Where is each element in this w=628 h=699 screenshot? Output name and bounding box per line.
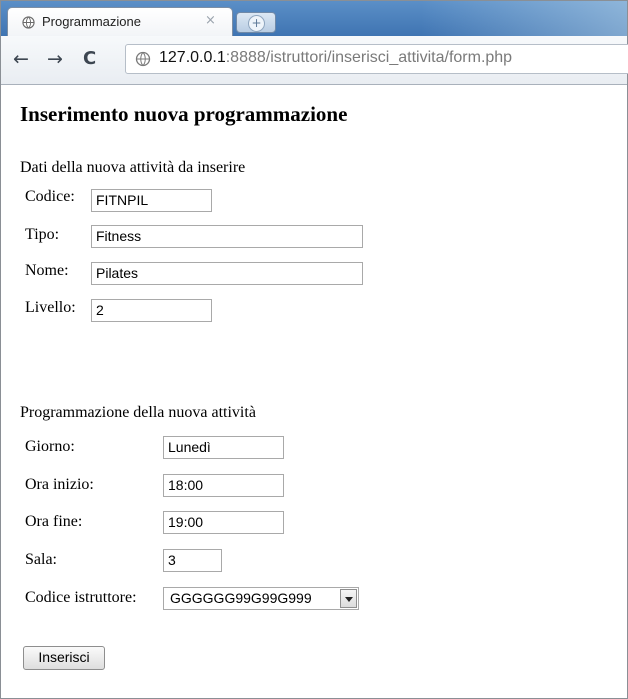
browser-toolbar: ← → C 127.0.0.1:8888/istruttori/inserisc…: [1, 36, 628, 85]
schedule-section-title: Programmazione della nuova attività: [20, 404, 256, 421]
level-label: Livello:: [25, 299, 76, 316]
tab-close-icon[interactable]: ×: [205, 13, 216, 28]
back-button[interactable]: ←: [13, 49, 29, 69]
address-bar[interactable]: 127.0.0.1:8888/istruttori/inserisci_atti…: [125, 44, 628, 74]
new-tab-button[interactable]: +: [236, 12, 276, 33]
forward-button[interactable]: →: [47, 49, 63, 69]
plus-icon: +: [248, 15, 265, 32]
browser-tab[interactable]: Programmazione ×: [7, 7, 233, 36]
page-title: Inserimento nuova programmazione: [20, 102, 348, 126]
submit-button[interactable]: Inserisci: [23, 646, 105, 670]
instructor-selected-value: GGGGGG99G99G999: [170, 590, 312, 606]
room-label: Sala:: [25, 551, 57, 568]
activity-section-title: Dati della nuova attività da inserire: [20, 159, 246, 176]
url-host: 127.0.0.1: [159, 49, 226, 66]
level-input[interactable]: 2: [91, 299, 212, 322]
name-label: Nome:: [25, 262, 69, 279]
code-input[interactable]: FITNPIL: [91, 189, 212, 212]
code-label: Codice:: [25, 188, 75, 205]
day-label: Giorno:: [25, 438, 75, 455]
start-time-label: Ora inizio:: [25, 476, 94, 493]
page-info-icon: [135, 51, 151, 67]
end-time-input[interactable]: 19:00: [163, 511, 284, 534]
reload-button[interactable]: C: [83, 49, 96, 69]
name-input[interactable]: Pilates: [91, 262, 363, 285]
tab-title: Programmazione: [42, 14, 141, 29]
url-path: :8888/istruttori/inserisci_attivita/form…: [225, 49, 513, 66]
page-content: Inserimento nuova programmazione Dati de…: [1, 85, 627, 698]
url-text: 127.0.0.1:8888/istruttori/inserisci_atti…: [159, 49, 512, 67]
instructor-select[interactable]: GGGGGG99G99G999: [163, 587, 359, 610]
globe-icon: [22, 16, 35, 29]
room-input[interactable]: 3: [163, 549, 222, 572]
type-input[interactable]: Fitness: [91, 225, 363, 248]
chevron-down-icon[interactable]: [340, 589, 357, 608]
tab-strip: Programmazione × +: [1, 1, 627, 36]
instructor-label: Codice istruttore:: [25, 589, 137, 606]
end-time-label: Ora fine:: [25, 513, 83, 530]
type-label: Tipo:: [25, 226, 60, 243]
start-time-input[interactable]: 18:00: [163, 474, 284, 497]
day-input[interactable]: Lunedì: [163, 436, 284, 459]
